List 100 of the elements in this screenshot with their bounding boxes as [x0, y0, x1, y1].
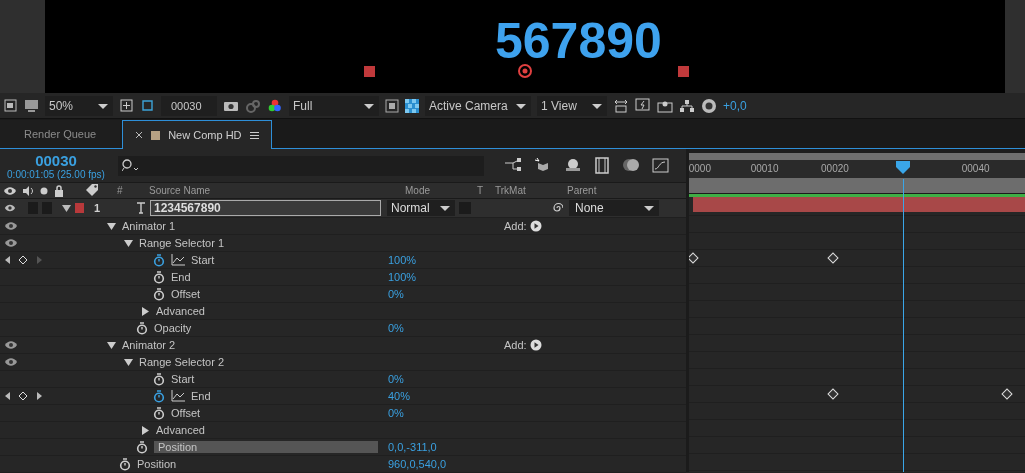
- transparency-grid-icon[interactable]: [405, 98, 419, 113]
- expand-triangle-icon[interactable]: [141, 306, 150, 316]
- monitor-icon[interactable]: [24, 98, 39, 113]
- expand-triangle-icon[interactable]: [141, 425, 150, 435]
- group-name[interactable]: Advanced: [156, 305, 205, 317]
- time-field[interactable]: 00030: [161, 95, 217, 116]
- resolution-dropdown[interactable]: Full: [289, 95, 379, 116]
- stopwatch-icon[interactable]: [153, 372, 165, 386]
- stopwatch-icon[interactable]: [153, 270, 165, 284]
- graph-icon[interactable]: [171, 254, 185, 266]
- link-icon[interactable]: [245, 98, 261, 113]
- property-value[interactable]: 0%: [388, 407, 404, 419]
- tab-label[interactable]: New Comp HD: [168, 129, 242, 141]
- property-name[interactable]: Offset: [171, 288, 201, 300]
- keyframe[interactable]: [1001, 388, 1013, 400]
- work-area-bar[interactable]: [689, 178, 1025, 194]
- visibility-icon[interactable]: [4, 357, 18, 367]
- column-header[interactable]: Parent: [567, 185, 597, 196]
- expand-triangle-icon[interactable]: [107, 340, 116, 350]
- solo-icon[interactable]: [39, 185, 49, 196]
- panel-tab[interactable]: Render Queue: [0, 120, 121, 148]
- visibility-icon[interactable]: [4, 221, 18, 231]
- pick-whip-icon[interactable]: [551, 202, 563, 214]
- view-layout-dropdown[interactable]: 1 View: [537, 95, 607, 116]
- property-name[interactable]: Opacity: [154, 322, 192, 334]
- label-tag-icon[interactable]: [85, 182, 99, 197]
- tab-label[interactable]: Render Queue: [24, 128, 97, 140]
- expand-triangle-icon[interactable]: [107, 221, 116, 231]
- play-circle-icon[interactable]: [529, 220, 542, 232]
- mask-icon[interactable]: [140, 98, 155, 113]
- zoom-dropdown[interactable]: 50%: [45, 95, 113, 116]
- group-name[interactable]: Range Selector 2: [139, 356, 224, 368]
- keyframe[interactable]: [827, 252, 839, 264]
- property-value[interactable]: 100%: [388, 254, 417, 266]
- blend-mode-dropdown[interactable]: Normal: [387, 200, 455, 216]
- parent-dropdown[interactable]: None: [569, 200, 659, 216]
- property-name[interactable]: Start: [191, 254, 215, 266]
- property-value[interactable]: 0%: [388, 288, 404, 300]
- property-name[interactable]: Position: [154, 441, 378, 453]
- property-value[interactable]: 0,0,-311,0: [388, 441, 437, 453]
- stopwatch-icon[interactable]: [136, 321, 148, 335]
- color-channels-icon[interactable]: [267, 98, 283, 113]
- column-header[interactable]: #: [113, 185, 149, 196]
- region-icon[interactable]: [385, 98, 399, 113]
- menu-icon[interactable]: [249, 130, 259, 140]
- current-time[interactable]: 00030: [35, 151, 77, 169]
- play-circle-icon[interactable]: [529, 339, 542, 351]
- column-header[interactable]: Source Name: [149, 185, 405, 196]
- flowchart-icon[interactable]: [679, 98, 695, 113]
- stopwatch-icon[interactable]: [119, 457, 131, 471]
- keyframe-navigator-icon[interactable]: [4, 255, 44, 265]
- layer-handle-icon[interactable]: [364, 66, 375, 77]
- column-header[interactable]: TrkMat: [495, 185, 567, 196]
- pixel-aspect-icon[interactable]: [613, 98, 629, 113]
- layers-icon[interactable]: [4, 98, 18, 113]
- camera-dropdown[interactable]: Active Camera: [425, 95, 531, 116]
- layer-handle-icon[interactable]: [678, 66, 689, 77]
- group-name[interactable]: Animator 1: [122, 220, 176, 232]
- shy-icon[interactable]: [564, 157, 582, 173]
- panel-tab[interactable]: New Comp HD: [122, 120, 272, 149]
- keyframe-navigator-icon[interactable]: [4, 391, 44, 401]
- visibility-icon[interactable]: [4, 203, 16, 213]
- property-name[interactable]: End: [171, 271, 191, 283]
- layer-name-field[interactable]: 1234567890: [150, 200, 381, 216]
- group-name[interactable]: Animator 2: [122, 339, 176, 351]
- stopwatch-icon[interactable]: [153, 406, 165, 420]
- keyframe[interactable]: [827, 388, 839, 400]
- property-value[interactable]: 100%: [388, 271, 417, 283]
- expand-triangle-icon[interactable]: [124, 238, 133, 248]
- fast-preview-icon[interactable]: [635, 98, 651, 113]
- property-name[interactable]: Offset: [171, 407, 201, 419]
- lock-icon[interactable]: [54, 184, 64, 197]
- stopwatch-icon[interactable]: [153, 389, 165, 403]
- film-icon[interactable]: [594, 157, 610, 174]
- property-value[interactable]: 960,0,540,0: [388, 458, 447, 470]
- group-name[interactable]: Advanced: [156, 424, 205, 436]
- property-name[interactable]: Position: [137, 458, 177, 470]
- grid-icon[interactable]: [119, 98, 134, 113]
- graph-icon[interactable]: [171, 390, 185, 402]
- property-name[interactable]: Start: [171, 373, 195, 385]
- expand-triangle-icon[interactable]: [62, 203, 72, 213]
- property-value[interactable]: 40%: [388, 390, 411, 402]
- stopwatch-icon[interactable]: [136, 440, 148, 454]
- property-value[interactable]: 0%: [388, 373, 404, 385]
- motion-blur-icon[interactable]: [622, 157, 640, 173]
- camera-icon[interactable]: [223, 99, 239, 112]
- anchor-point-icon[interactable]: [517, 63, 533, 79]
- composition-flowchart-icon[interactable]: [504, 157, 522, 173]
- visibility-icon[interactable]: [4, 238, 18, 248]
- aperture-icon[interactable]: [701, 97, 717, 114]
- close-icon[interactable]: [135, 131, 144, 139]
- keyframe[interactable]: [689, 252, 699, 264]
- property-value[interactable]: 0%: [388, 322, 404, 334]
- column-header[interactable]: T: [477, 185, 495, 196]
- graph-editor-icon[interactable]: [652, 157, 670, 173]
- search-icon[interactable]: [122, 158, 140, 173]
- visibility-icon[interactable]: [3, 185, 17, 196]
- speaker-icon[interactable]: [22, 184, 34, 197]
- property-name[interactable]: End: [191, 390, 211, 402]
- stopwatch-icon[interactable]: [153, 287, 165, 301]
